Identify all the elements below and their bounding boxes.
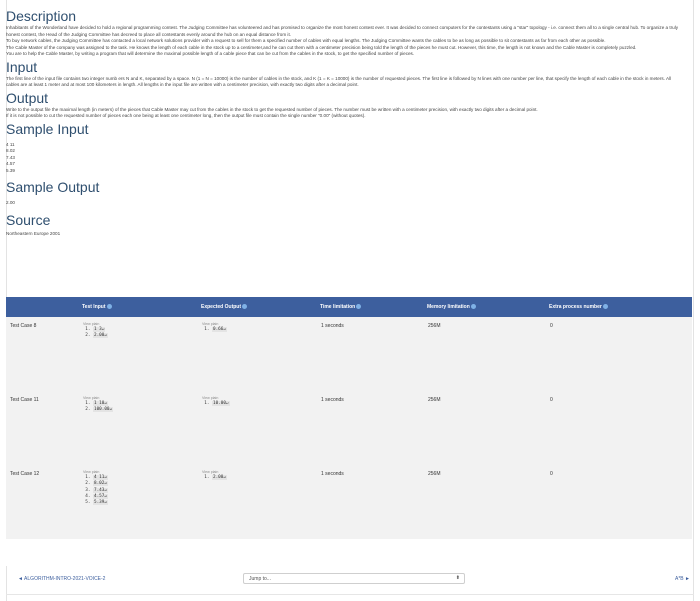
view-plain-link[interactable]: View plain (83, 322, 200, 326)
code-text: 1 3↵ (93, 327, 106, 332)
test-case-table: Test Input Expected Output Time limitati… (6, 297, 692, 566)
view-plain-link[interactable]: View plain (202, 470, 319, 474)
test-input-code: 4 11↵ 8.02↵ 7.43↵ 4.57↵ 5.39↵ (83, 475, 200, 506)
code-text: 8.02↵ (93, 481, 108, 487)
previous-activity-link[interactable]: ◄ ALGORITHM-INTRO-2021-VOICE-2 (18, 576, 105, 582)
info-icon[interactable] (470, 304, 476, 310)
expected-output-code: 10.00↵ (202, 401, 319, 407)
code-text: 7.43↵ (93, 487, 108, 493)
info-icon[interactable] (602, 304, 608, 310)
problem-content: Description Inhabitants of the Wonderlan… (6, 8, 682, 237)
code-text: 2.00↵ (93, 333, 108, 339)
code-text: 4 11↵ (93, 475, 108, 480)
expected-output-code: 2.00↵ (202, 475, 319, 481)
view-plain-link[interactable]: View plain (202, 322, 319, 326)
output-heading: Output (6, 89, 49, 106)
test-input-cell: View plain 4 11↵ 8.02↵ 7.43↵ 4.57↵ 5.39↵ (82, 465, 201, 539)
memory-limitation-cell: 256M (427, 317, 549, 391)
extra-process-cell: 0 (549, 465, 692, 539)
memory-limitation-cell: 256M (427, 391, 549, 465)
code-text: 10.00↵ (212, 401, 230, 406)
header-extra-process-number: Extra process number (549, 297, 692, 317)
time-limitation-cell: 1 seconds (320, 465, 427, 539)
table-row: Test Case 11 View plain 1 10↵ 100.00↵ Vi… (6, 391, 692, 465)
time-limitation-cell: 1 seconds (320, 317, 427, 391)
footer-divider (6, 594, 694, 595)
expected-output-cell: View plain 0.66↵ (201, 317, 320, 391)
code-text: 100.00↵ (93, 407, 114, 413)
expected-output-cell: View plain 2.00↵ (201, 465, 320, 539)
jump-to-select[interactable]: Jump to... ⬍ (243, 573, 465, 584)
source-text: Northeastern Europe 2001 (6, 230, 61, 236)
sample-input-block: 4 11 8.02 7.43 4.57 5.39 (6, 142, 682, 175)
code-text: 0.66↵ (212, 327, 227, 332)
time-limitation-cell: 1 seconds (320, 391, 427, 465)
code-line: 2.00↵ (93, 333, 200, 339)
code-line: 2.00↵ (212, 475, 319, 481)
input-heading: Input (6, 58, 38, 75)
extra-process-cell: 0 (549, 317, 692, 391)
sample-output-line: 2.00 (6, 200, 15, 205)
test-input-code: 1 10↵ 100.00↵ (83, 401, 200, 414)
code-text: 1 10↵ (93, 401, 108, 406)
header-expected-output: Expected Output (201, 297, 320, 317)
header-expected-output-label: Expected Output (201, 304, 242, 310)
next-activity-link[interactable]: A*B ► (675, 576, 690, 582)
test-input-code: 1 3↵ 2.00↵ (83, 327, 200, 340)
description-heading: Description (6, 8, 77, 24)
code-text: 5.39↵ (93, 500, 108, 506)
expected-output-code: 0.66↵ (202, 327, 319, 333)
expected-output-cell: View plain 10.00↵ (201, 391, 320, 465)
sample-input-line: 5.39 (6, 167, 15, 173)
input-paragraph: The first line of the input file contain… (6, 75, 672, 88)
header-memory-limitation: Memory limitation (427, 297, 549, 317)
info-icon[interactable] (242, 304, 248, 310)
table-spacer (6, 539, 692, 566)
table-row: Test Case 8 View plain 1 3↵ 2.00↵ View p… (6, 317, 692, 391)
test-input-cell: View plain 1 10↵ 100.00↵ (82, 391, 201, 465)
code-line: 10.00↵ (212, 401, 319, 407)
header-time-limitation-label: Time limitation (320, 304, 356, 310)
sample-input-heading: Sample Input (6, 120, 89, 137)
table-spacer-row (6, 539, 692, 566)
sample-output-heading: Sample Output (6, 179, 100, 195)
header-memory-limitation-label: Memory limitation (427, 304, 470, 310)
view-plain-link[interactable]: View plain (202, 396, 319, 400)
table-header-row: Test Input Expected Output Time limitati… (6, 297, 692, 317)
jump-to-label: Jump to... (249, 576, 271, 582)
description-paragraph: You are to help the Cable Master, by wri… (6, 51, 415, 56)
source-heading: Source (6, 211, 51, 228)
test-case-name: Test Case 12 (6, 465, 82, 539)
test-case-name: Test Case 11 (6, 391, 82, 465)
info-icon[interactable] (356, 304, 362, 310)
header-extra-process-number-label: Extra process number (549, 304, 602, 310)
test-input-cell: View plain 1 3↵ 2.00↵ (82, 317, 201, 391)
code-line: 5.39↵ (93, 500, 200, 506)
sample-output-block: 2.00 (6, 200, 682, 207)
header-time-limitation: Time limitation (320, 297, 427, 317)
code-line: 0.66↵ (212, 327, 319, 333)
description-paragraph: To buy network cables, the Judging Commi… (6, 38, 606, 43)
info-icon[interactable] (106, 304, 112, 310)
description-paragraph: Inhabitants of the Wonderland have decid… (6, 25, 679, 37)
header-test-input-label: Test Input (82, 304, 106, 310)
memory-limitation-cell: 256M (427, 465, 549, 539)
output-paragraph: If it is not possible to cut the request… (6, 113, 366, 118)
select-arrows-icon: ⬍ (455, 575, 460, 581)
code-line: 100.00↵ (93, 407, 200, 413)
header-test-input: Test Input (82, 297, 201, 317)
extra-process-cell: 0 (549, 391, 692, 465)
activity-navigation: ◄ ALGORITHM-INTRO-2021-VOICE-2 Jump to..… (0, 563, 700, 593)
header-test (6, 297, 82, 317)
code-text: 4.57↵ (93, 493, 108, 499)
view-plain-link[interactable]: View plain (83, 396, 200, 400)
code-text: 2.00↵ (212, 475, 227, 480)
view-plain-link[interactable]: View plain (83, 470, 200, 474)
table-row: Test Case 12 View plain 4 11↵ 8.02↵ 7.43… (6, 465, 692, 539)
test-case-name: Test Case 8 (6, 317, 82, 391)
